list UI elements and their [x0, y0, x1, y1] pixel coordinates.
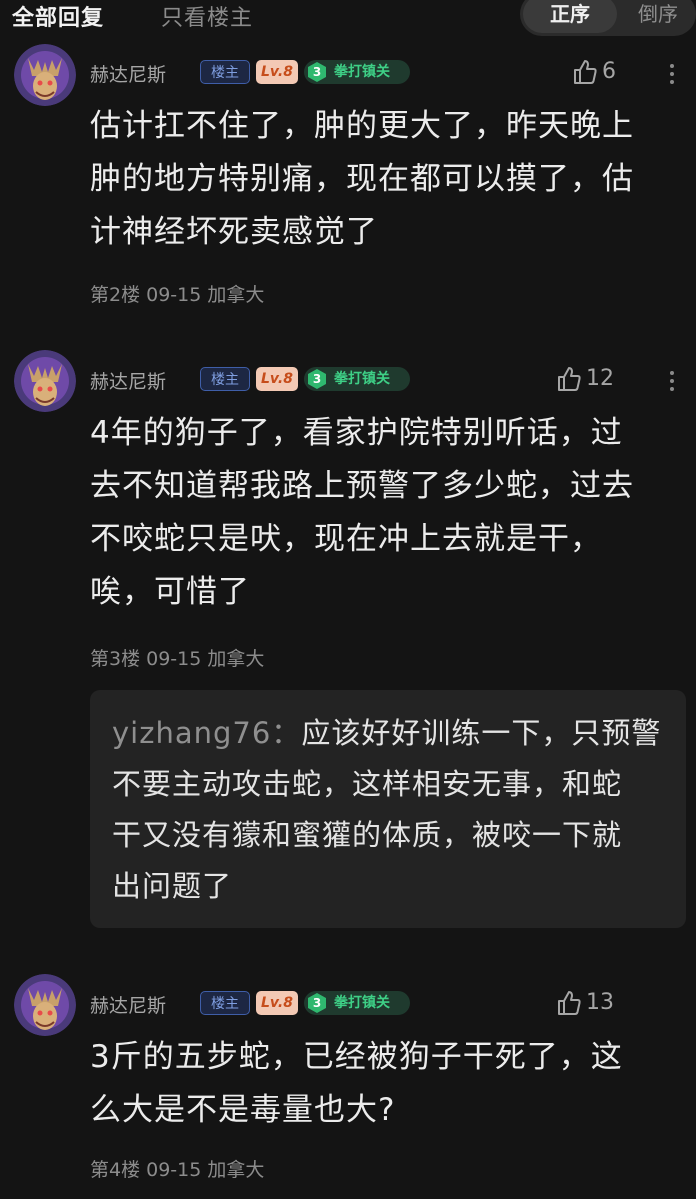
sort-toggle: 正序 倒序 [520, 0, 696, 36]
tab-only-op[interactable]: 只看楼主 [161, 0, 253, 32]
username[interactable]: 赫达尼斯 [90, 367, 166, 394]
tab-all-replies[interactable]: 全部回复 [12, 0, 104, 32]
title-text: 拳打镇关 [334, 995, 390, 1011]
comment-line: 3斤的五步蛇，已经被狗子干死了，这 [90, 1039, 623, 1075]
comment-body: 4年的狗子了，看家护院特别听话，过 去不知道帮我路上预警了多少蛇，过去 不咬蛇只… [90, 407, 680, 619]
like-count: 12 [586, 366, 614, 391]
reply-line: 干又没有獴和蜜獾的体质，被咬一下就 [112, 818, 623, 852]
like-button[interactable]: 13 [556, 988, 638, 1018]
title-level: 3 [312, 372, 322, 386]
op-badge: 楼主 [200, 991, 250, 1015]
reply-line: 出问题了 [112, 869, 233, 903]
title-level: 3 [312, 65, 322, 79]
title-level: 3 [312, 996, 322, 1010]
title-badge: 3 拳打镇关 [304, 991, 410, 1015]
reply-line: yizhang76：应该好好训练一下，只预警 [112, 708, 672, 759]
sort-descending-button[interactable]: 倒序 [620, 0, 696, 33]
level-badge: Lv.8 [256, 991, 298, 1015]
comment-line: 4年的狗子了，看家护院特别听话，过 [90, 415, 623, 451]
comment-body: 估计扛不住了，肿的更大了，昨天晚上 肿的地方特别痛，现在都可以摸了，估 计神经坏… [90, 100, 680, 259]
comment-line: 去不知道帮我路上预警了多少蛇，过去 [90, 468, 634, 504]
comment-line: 唉，可惜了 [90, 574, 250, 610]
like-button[interactable]: 6 [572, 57, 638, 87]
comment-meta: 第3楼 09-15 加拿大 [90, 648, 265, 670]
comment-meta: 第4楼 09-15 加拿大 [90, 1159, 265, 1181]
op-badge: 楼主 [200, 367, 250, 391]
reply-text: yizhang76：应该好好训练一下，只预警 不要主动攻击蛇，这样相安无事，和蛇… [112, 708, 672, 912]
avatar[interactable] [14, 350, 76, 412]
username[interactable]: 赫达尼斯 [90, 60, 166, 87]
comment-line: 计神经坏死卖感觉了 [90, 214, 378, 250]
level-badge: Lv.8 [256, 367, 298, 391]
comment-line: 肿的地方特别痛，现在都可以摸了，估 [90, 161, 634, 197]
more-options-icon[interactable] [664, 60, 680, 86]
more-options-icon[interactable] [664, 367, 680, 393]
like-button[interactable]: 12 [556, 364, 638, 394]
title-text: 拳打镇关 [334, 64, 390, 80]
like-count: 6 [602, 59, 616, 84]
comment-body: 3斤的五步蛇，已经被狗子干死了，这 么大是不是毒量也大? [90, 1031, 680, 1137]
reply-filter-bar: 全部回复 只看楼主 正序 倒序 [0, 0, 696, 36]
thumbs-up-icon [558, 991, 581, 1015]
username[interactable]: 赫达尼斯 [90, 991, 166, 1018]
thumbs-up-icon [574, 60, 597, 84]
comment-thread-page: 全部回复 只看楼主 正序 倒序 赫达尼斯 楼主 Lv.8 3 拳打镇关 6 估计… [0, 0, 696, 1199]
comment-line: 么大是不是毒量也大? [90, 1092, 396, 1128]
reply-username[interactable]: yizhang76 [112, 716, 271, 750]
avatar[interactable] [14, 44, 76, 106]
reply-line: 不要主动攻击蛇，这样相安无事，和蛇 [112, 767, 623, 801]
like-count: 13 [586, 990, 614, 1015]
comment-line: 不咬蛇只是吠，现在冲上去就是干， [90, 521, 602, 557]
title-text: 拳打镇关 [334, 371, 390, 387]
reply-line-text: 应该好好训练一下，只预警 [301, 716, 662, 750]
sort-ascending-button[interactable]: 正序 [523, 0, 617, 33]
reply-preview[interactable]: yizhang76：应该好好训练一下，只预警 不要主动攻击蛇，这样相安无事，和蛇… [90, 690, 686, 928]
comment-meta: 第2楼 09-15 加拿大 [90, 284, 265, 306]
op-badge: 楼主 [200, 60, 250, 84]
level-badge: Lv.8 [256, 60, 298, 84]
title-badge: 3 拳打镇关 [304, 60, 410, 84]
comment-line: 估计扛不住了，肿的更大了，昨天晚上 [90, 108, 634, 144]
title-badge: 3 拳打镇关 [304, 367, 410, 391]
thumbs-up-icon [558, 367, 581, 391]
reply-separator: ： [271, 716, 302, 750]
avatar[interactable] [14, 974, 76, 1036]
